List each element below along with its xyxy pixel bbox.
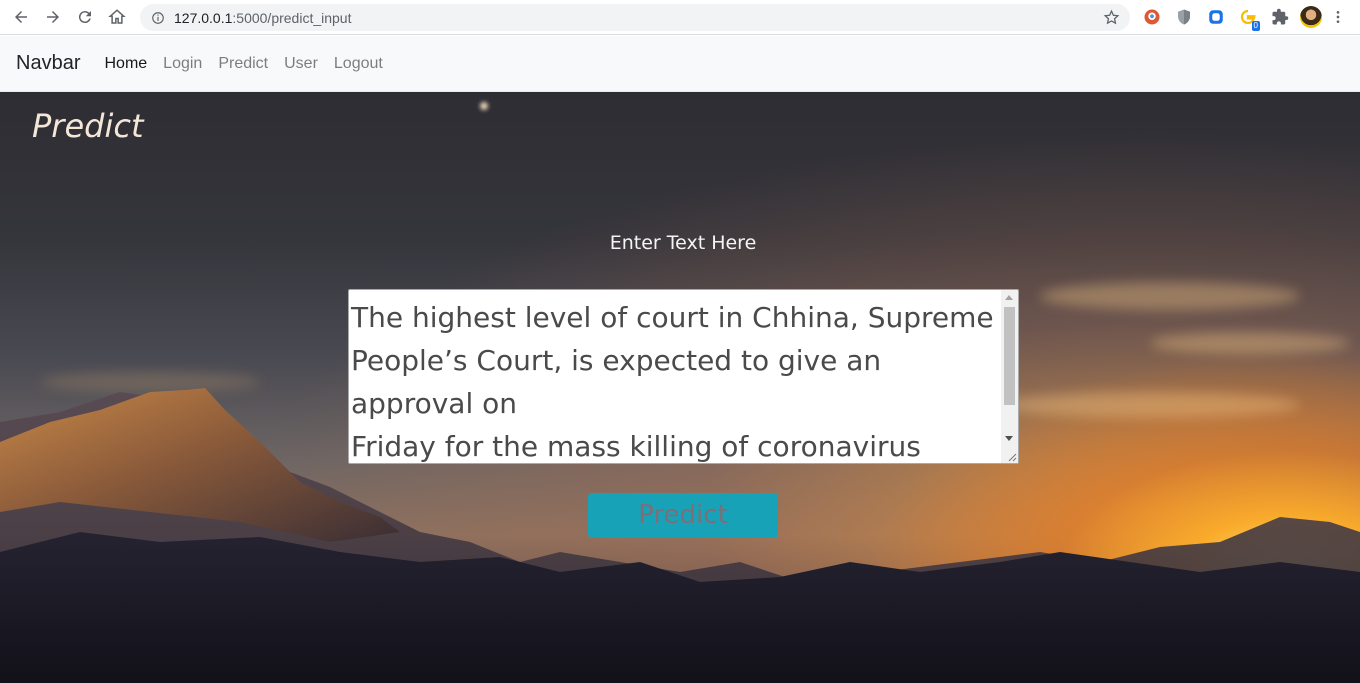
nav-link-user[interactable]: User	[276, 55, 326, 73]
input-label: Enter Text Here	[609, 232, 757, 254]
nav-link-predict[interactable]: Predict	[210, 55, 276, 73]
profile-avatar[interactable]	[1300, 6, 1322, 28]
url-text: 127.0.0.1:5000/predict_input	[174, 9, 352, 26]
info-icon[interactable]	[151, 11, 165, 25]
site-navbar: Navbar Home Login Predict User Logout	[0, 36, 1360, 92]
back-icon[interactable]	[5, 1, 37, 33]
home-icon[interactable]	[101, 1, 133, 33]
browser-toolbar: 127.0.0.1:5000/predict_input 0	[0, 0, 1360, 35]
duckduckgo-extension-icon[interactable]	[1140, 5, 1164, 29]
nav-links: Home Login Predict User Logout	[96, 55, 390, 73]
puzzle-extensions-icon[interactable]	[1268, 5, 1292, 29]
page-title: Predict	[32, 107, 144, 145]
predict-button[interactable]: Predict	[588, 493, 778, 538]
blue-square-extension-icon[interactable]	[1204, 5, 1228, 29]
google-extension-icon[interactable]: 0	[1236, 5, 1260, 31]
scroll-up-arrow-icon[interactable]	[1005, 295, 1013, 300]
forward-icon[interactable]	[37, 1, 69, 33]
scroll-down-arrow-icon[interactable]	[1005, 436, 1013, 441]
reload-icon[interactable]	[69, 1, 101, 33]
navbar-brand[interactable]: Navbar	[16, 52, 80, 75]
nav-link-home[interactable]: Home	[96, 55, 155, 73]
address-bar[interactable]: 127.0.0.1:5000/predict_input	[140, 4, 1130, 31]
menu-kebab-icon[interactable]	[1330, 5, 1346, 29]
text-input-area[interactable]: The highest level of court in Chhina, Su…	[348, 289, 1019, 464]
nav-link-login[interactable]: Login	[155, 55, 210, 73]
nav-link-logout[interactable]: Logout	[326, 55, 391, 73]
resize-handle-icon[interactable]	[1007, 452, 1017, 462]
hero-section: Predict Enter Text Here The highest leve…	[0, 92, 1360, 683]
textarea-scrollbar[interactable]	[1001, 290, 1018, 463]
shield-extension-icon[interactable]	[1172, 5, 1196, 29]
text-input-value[interactable]: The highest level of court in Chhina, Su…	[351, 296, 1001, 463]
extension-badge: 0	[1251, 21, 1260, 31]
bookmark-star-icon[interactable]	[1103, 9, 1120, 26]
scrollbar-thumb[interactable]	[1004, 307, 1015, 405]
